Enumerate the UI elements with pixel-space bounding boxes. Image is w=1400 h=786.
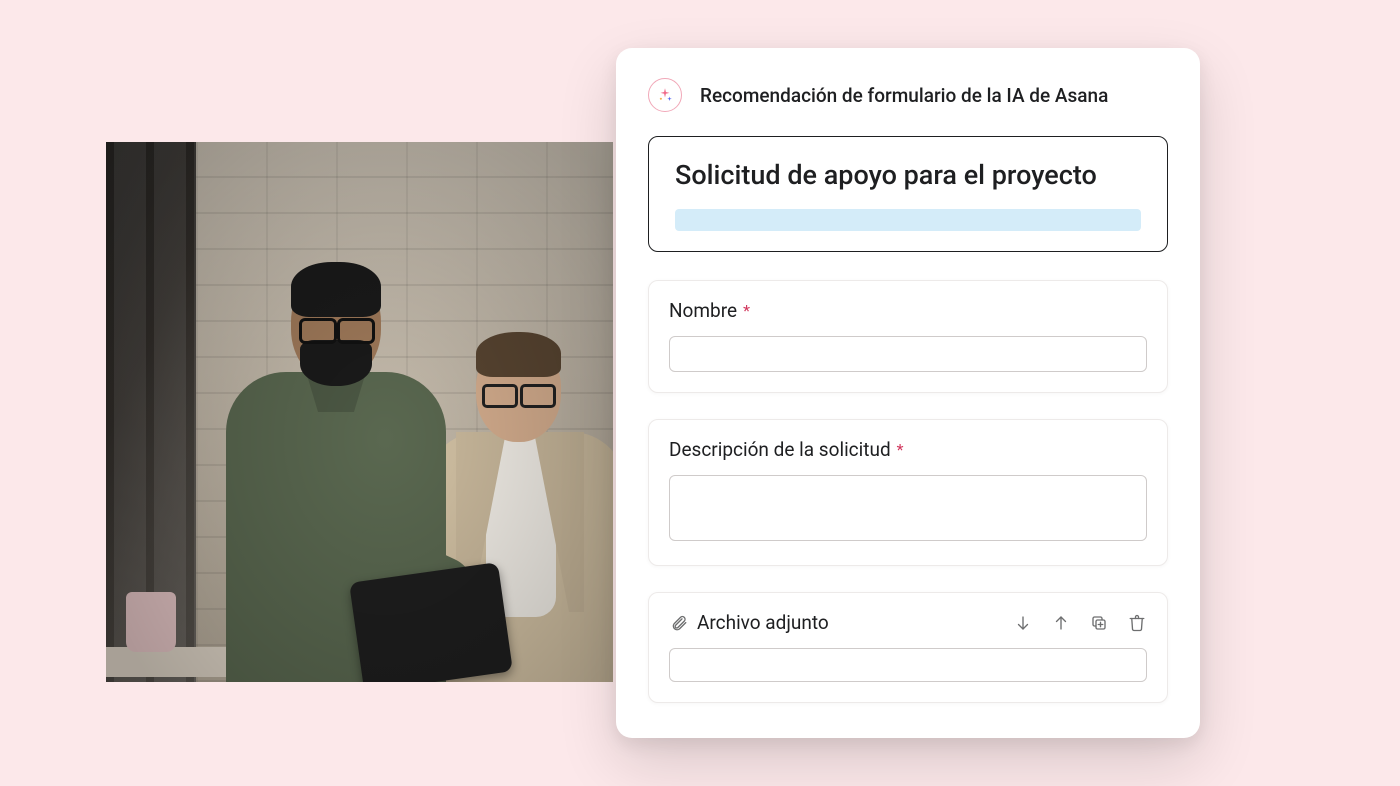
field-label-name: Nombre * (669, 299, 1147, 322)
trash-icon[interactable] (1127, 613, 1147, 633)
description-input[interactable] (669, 475, 1147, 541)
ai-sparkle-icon (648, 78, 682, 112)
hero-photo (106, 142, 613, 682)
name-input[interactable] (669, 336, 1147, 372)
field-label-description-text: Descripción de la solicitud (669, 438, 891, 461)
field-label-description: Descripción de la solicitud * (669, 438, 1147, 461)
form-title: Solicitud de apoyo para el proyecto (675, 159, 1141, 191)
card-title: Recomendación de formulario de la IA de … (700, 84, 1108, 107)
field-card-description: Descripción de la solicitud * (648, 419, 1168, 566)
arrow-down-icon[interactable] (1013, 613, 1033, 633)
card-header: Recomendación de formulario de la IA de … (648, 78, 1168, 112)
arrow-up-icon[interactable] (1051, 613, 1071, 633)
field-card-attachment: Archivo adjunto (648, 592, 1168, 703)
field-label-name-text: Nombre (669, 299, 737, 322)
field-label-attachment-text: Archivo adjunto (697, 611, 829, 634)
attachment-dropzone[interactable] (669, 648, 1147, 682)
required-asterisk: * (897, 442, 904, 458)
form-description-placeholder-bar (675, 209, 1141, 231)
field-card-name: Nombre * (648, 280, 1168, 393)
form-recommendation-card: Recomendación de formulario de la IA de … (616, 48, 1200, 738)
duplicate-icon[interactable] (1089, 613, 1109, 633)
required-asterisk: * (743, 303, 750, 319)
paperclip-icon (669, 613, 689, 633)
form-title-block[interactable]: Solicitud de apoyo para el proyecto (648, 136, 1168, 252)
